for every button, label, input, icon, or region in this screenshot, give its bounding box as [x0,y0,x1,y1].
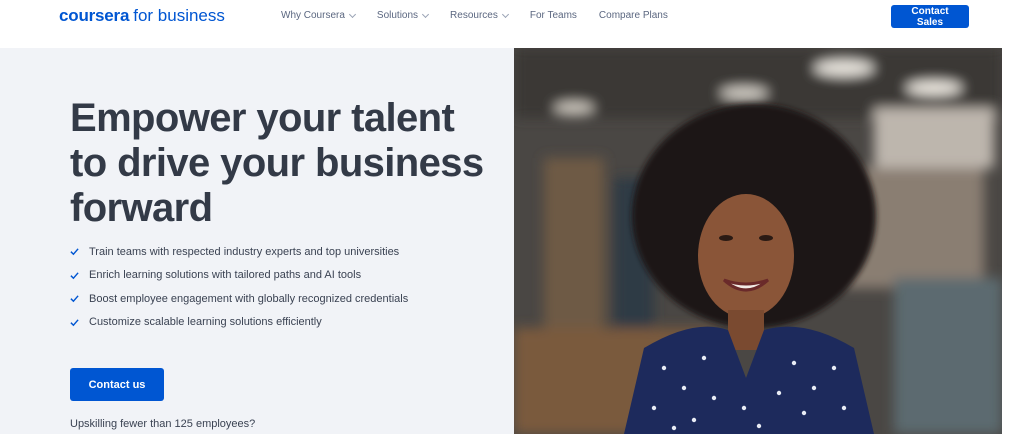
nav-item-resources[interactable]: Resources [450,10,509,21]
main-nav: Why Coursera Solutions Resources For Tea… [281,10,668,21]
chevron-down-icon [348,10,356,18]
check-icon [70,272,79,280]
contact-us-button[interactable]: Contact us [70,368,164,401]
benefit-text: Enrich learning solutions with tailored … [89,269,362,282]
hero-headline: Empower your talent to drive your busine… [70,96,484,230]
check-icon [70,248,79,256]
list-item: Train teams with respected industry expe… [70,240,408,264]
nav-item-label: Solutions [376,10,419,21]
hero-section: Empower your talent to drive your busine… [0,48,514,434]
logo-brand-text: coursera [59,6,130,25]
check-icon [70,319,79,327]
nav-item-compare-plans[interactable]: Compare Plans [599,10,668,21]
benefit-text: Train teams with respected industry expe… [89,245,400,258]
nav-item-label: Compare Plans [598,10,668,21]
list-item: Boost employee engagement with globally … [70,287,408,311]
chevron-down-icon [422,10,430,18]
benefit-text: Boost employee engagement with globally … [89,292,409,305]
coursera-for-business-logo[interactable]: coursera for business [59,6,225,26]
list-item: Customize scalable learning solutions ef… [70,311,408,335]
nav-item-for-teams[interactable]: For Teams [530,10,577,21]
chevron-down-icon [501,10,509,18]
logo-sub-text: for business [133,6,225,25]
nav-item-label: Resources [450,10,498,21]
top-navbar: coursera for business Why Coursera Soluti… [0,0,1024,48]
page-margin [1002,48,1024,434]
hero-photo [514,48,1002,434]
hero-photo-illustration [514,48,1002,434]
contact-sales-button[interactable]: Contact Sales [891,5,969,28]
nav-item-label: Why Coursera [281,10,345,21]
check-icon [70,295,79,303]
nav-item-why-coursera[interactable]: Why Coursera [281,10,356,21]
list-item: Enrich learning solutions with tailored … [70,264,408,288]
nav-item-solutions[interactable]: Solutions [376,10,430,21]
benefit-list: Train teams with respected industry expe… [70,240,408,334]
benefit-text: Customize scalable learning solutions ef… [89,316,322,329]
small-team-question[interactable]: Upskilling fewer than 125 employees? [70,418,255,430]
nav-item-label: For Teams [529,10,577,21]
